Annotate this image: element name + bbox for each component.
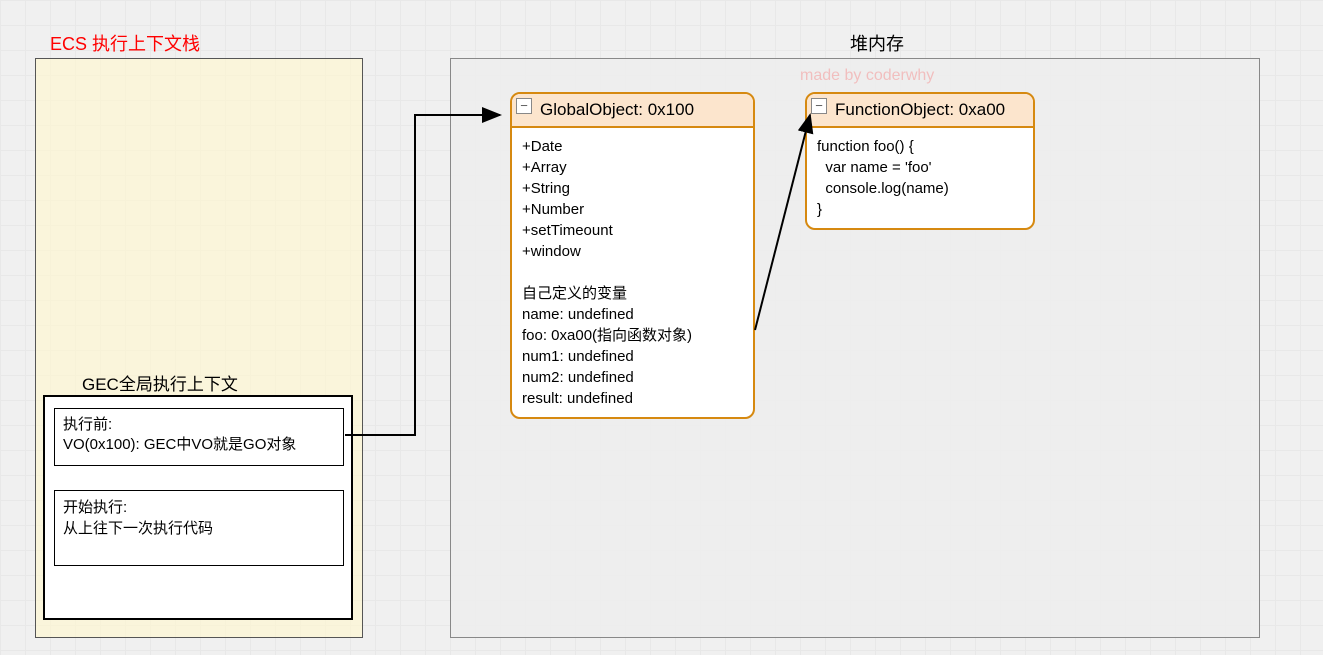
collapse-icon[interactable]: − bbox=[516, 98, 532, 114]
gec-start-box: 开始执行: 从上往下一次执行代码 bbox=[54, 490, 344, 566]
heap-title-label: 堆内存 bbox=[850, 30, 904, 56]
ecs-title-label: ECS 执行上下文栈 bbox=[50, 30, 200, 56]
function-object-body: function foo() { var name = 'foo' consol… bbox=[807, 128, 1033, 228]
global-object-header: − GlobalObject: 0x100 bbox=[512, 94, 753, 128]
function-object-title: FunctionObject: 0xa00 bbox=[835, 100, 1005, 119]
function-object-header: − FunctionObject: 0xa00 bbox=[807, 94, 1033, 128]
global-object-title: GlobalObject: 0x100 bbox=[540, 100, 694, 119]
gec-before-label: 执行前: bbox=[63, 415, 335, 435]
global-object-box: − GlobalObject: 0x100 +Date +Array +Stri… bbox=[510, 92, 755, 419]
gec-title-label: GEC全局执行上下文 bbox=[82, 370, 238, 395]
function-object-box: − FunctionObject: 0xa00 function foo() {… bbox=[805, 92, 1035, 230]
gec-before-body: VO(0x100): GEC中VO就是GO对象 bbox=[63, 435, 335, 455]
gec-start-body: 从上往下一次执行代码 bbox=[63, 518, 335, 539]
gec-before-box: 执行前: VO(0x100): GEC中VO就是GO对象 bbox=[54, 408, 344, 466]
gec-start-label: 开始执行: bbox=[63, 497, 335, 518]
global-object-body: +Date +Array +String +Number +setTimeoun… bbox=[512, 128, 753, 417]
collapse-icon[interactable]: − bbox=[811, 98, 827, 114]
